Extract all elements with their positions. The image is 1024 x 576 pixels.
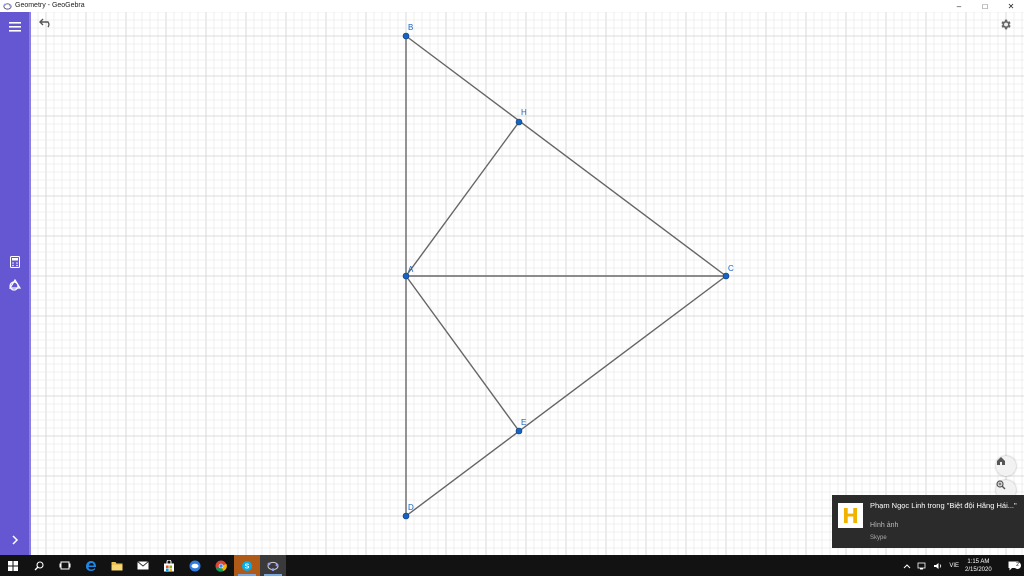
segment-bc[interactable] [405, 35, 727, 277]
show-hidden-icons-icon[interactable] [900, 563, 914, 569]
skype-group-avatar: H [838, 503, 863, 528]
system-tray: VIE 1:15 AM 2/15/2020 2 [900, 555, 1024, 576]
chevron-right-icon[interactable] [5, 530, 25, 550]
shapes-icon[interactable] [5, 275, 25, 295]
close-button[interactable]: ✕ [998, 0, 1024, 12]
point-c[interactable] [722, 272, 730, 280]
point-h[interactable] [515, 118, 523, 126]
point-label-d[interactable]: D [408, 503, 414, 512]
network-icon[interactable] [914, 562, 930, 570]
hamburger-menu-icon[interactable] [5, 17, 25, 37]
point-label-c[interactable]: C [728, 264, 734, 273]
point-e[interactable] [515, 427, 523, 435]
action-center-icon[interactable]: 2 [1002, 561, 1024, 571]
geogebra-icon[interactable] [260, 555, 286, 576]
volume-icon[interactable] [930, 562, 946, 570]
notification-app-name: Skype [870, 535, 887, 541]
point-label-a[interactable]: A [408, 265, 414, 274]
window-controls: – □ ✕ [946, 0, 1024, 12]
segment-ah[interactable] [405, 121, 520, 277]
sidebar [0, 12, 31, 555]
clock[interactable]: 1:15 AM 2/15/2020 [962, 558, 1002, 574]
construction: B H A C E D [402, 23, 734, 520]
home-icon[interactable] [996, 456, 1016, 476]
taskbar: S VIE 1:15 AM 2/15/2020 2 [0, 555, 1024, 576]
point-label-b[interactable]: B [408, 23, 413, 32]
gear-icon[interactable] [999, 18, 1019, 38]
minimize-button[interactable]: – [946, 0, 972, 12]
clock-time: 1:15 AM [967, 558, 990, 565]
clock-date: 2/15/2020 [965, 566, 992, 573]
segment-cd[interactable] [405, 275, 727, 517]
file-explorer-icon[interactable] [104, 555, 130, 576]
store-icon[interactable] [156, 555, 182, 576]
graphics-view[interactable]: B H A C E D [31, 12, 1024, 555]
task-view-icon[interactable] [52, 555, 78, 576]
svg-text:S: S [245, 563, 250, 570]
notification-subtitle: Hình ảnh [870, 522, 899, 529]
notification-title: Phạm Ngọc Linh trong "Biệt đội Hăng Hái.… [870, 501, 1017, 510]
point-label-e[interactable]: E [521, 418, 526, 427]
segment-ae[interactable] [405, 275, 520, 432]
notification-count-badge: 2 [1014, 561, 1021, 569]
zalo-icon[interactable] [182, 555, 208, 576]
geogebra-app-icon [2, 1, 12, 11]
calculator-icon[interactable] [5, 252, 25, 272]
windows-start-icon[interactable] [0, 555, 26, 576]
window-title: Geometry - GeoGebra [15, 2, 85, 9]
point-d[interactable] [402, 512, 410, 520]
undo-icon[interactable] [39, 18, 59, 38]
edge-icon[interactable] [78, 555, 104, 576]
maximize-button[interactable]: □ [972, 0, 998, 12]
notification-toast[interactable]: H Phạm Ngọc Linh trong "Biệt đội Hăng Há… [832, 495, 1024, 548]
mail-icon[interactable] [130, 555, 156, 576]
title-bar: Geometry - GeoGebra – □ ✕ [0, 0, 1024, 12]
point-b[interactable] [402, 32, 410, 40]
geogebra-window: Geometry - GeoGebra – □ ✕ B H A C E D H Phạm … [0, 0, 1024, 576]
language-indicator[interactable]: VIE [946, 563, 962, 569]
chrome-icon[interactable] [208, 555, 234, 576]
search-icon[interactable] [26, 555, 52, 576]
point-label-h[interactable]: H [521, 108, 527, 117]
skype-icon[interactable]: S [234, 555, 260, 576]
